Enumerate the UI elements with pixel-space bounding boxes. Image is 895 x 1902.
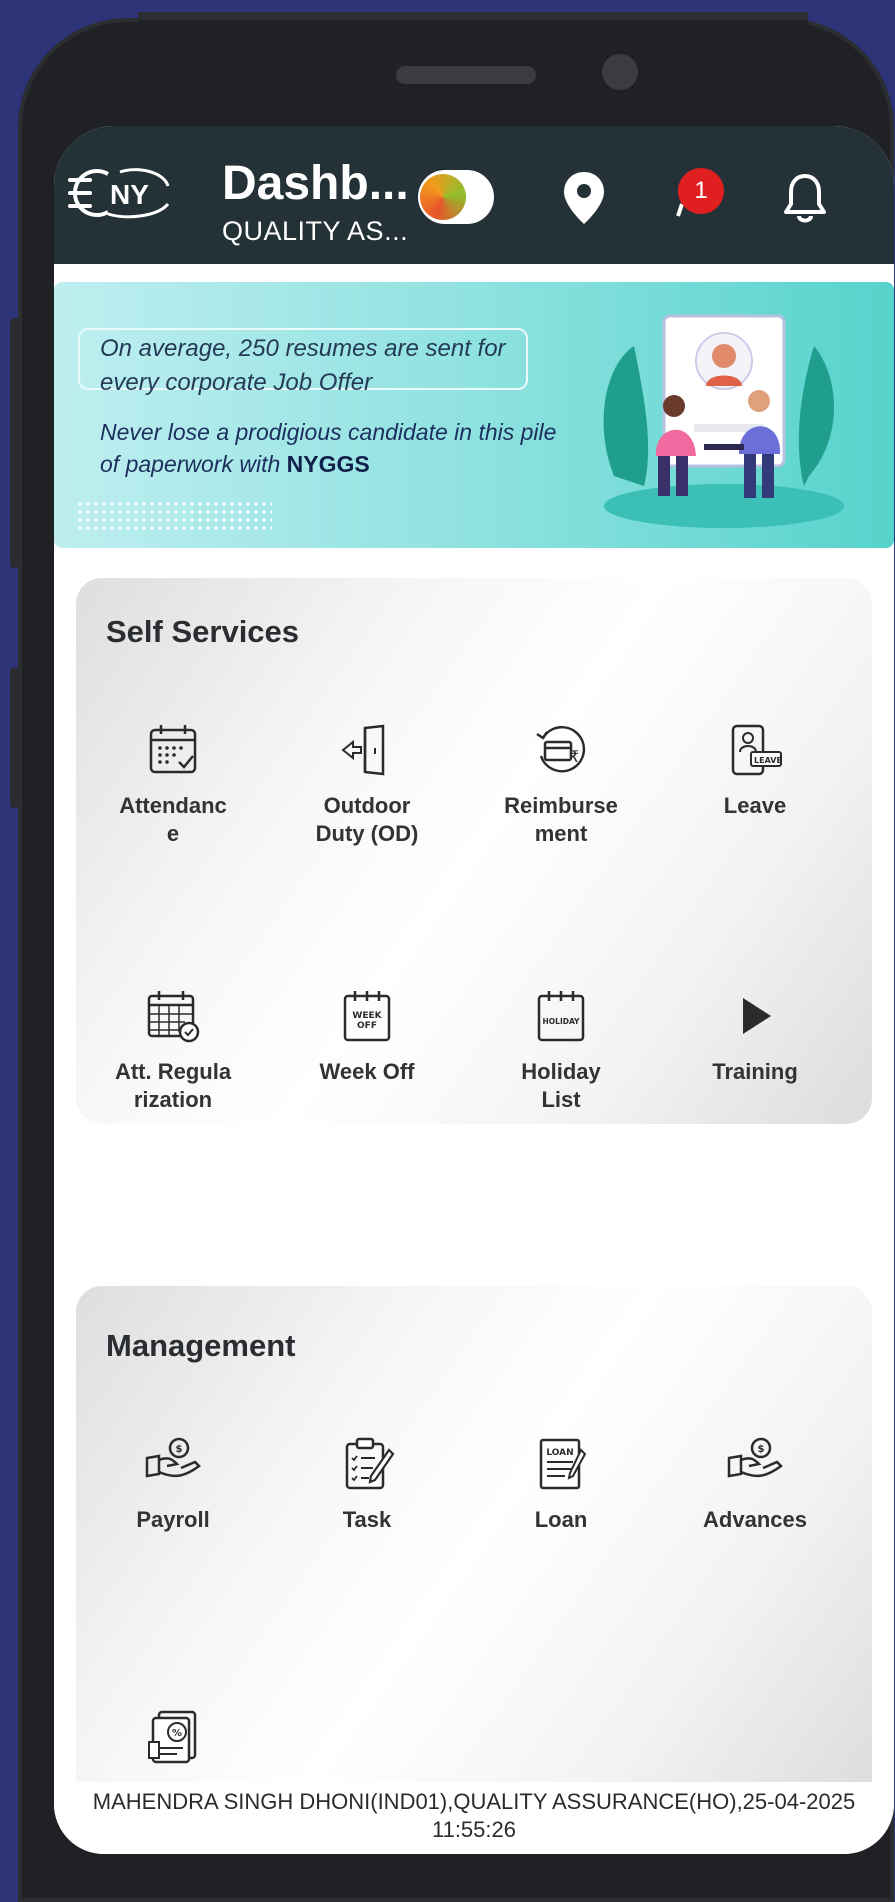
management-card: Management $ Payroll Task LOAN Loan $ Ad… [76, 1286, 872, 1806]
menu-logo-icon[interactable]: NY [68, 166, 176, 220]
leave-icon: LEAVE [731, 724, 782, 776]
svg-text:WEEK: WEEK [352, 1011, 382, 1021]
footer-user-info: MAHENDRA SINGH DHONI(IND01),QUALITY ASSU… [92, 1789, 856, 1814]
phone-side-button [10, 668, 20, 808]
tile-label: Advances [703, 1507, 807, 1532]
tile-label: Attendanc e [119, 793, 227, 846]
app-header: NY Dashb... QUALITY AS... 1 [54, 126, 894, 264]
tile-leave[interactable]: LEAVE Leave [658, 722, 852, 820]
messages-button[interactable]: 1 [668, 168, 728, 228]
promo-banner[interactable]: On average, 250 resumes are sent for eve… [54, 282, 894, 548]
tile-label: Training [712, 1059, 798, 1084]
tile-week-off[interactable]: WEEK OFF Week Off [270, 988, 464, 1086]
tile-label: Week Off [319, 1059, 415, 1084]
week-off-calendar-icon: WEEK OFF [343, 991, 391, 1042]
app-screen: NY Dashb... QUALITY AS... 1 On average, … [54, 126, 894, 1854]
tile-outdoor-duty[interactable]: Outdoor Duty (OD) [270, 722, 464, 848]
tile-label: Leave [723, 793, 787, 818]
tile-loan[interactable]: LOAN Loan [464, 1436, 658, 1534]
status-toggle[interactable] [418, 170, 494, 224]
self-services-title: Self Services [106, 614, 300, 649]
svg-text:NY: NY [110, 179, 149, 210]
play-icon [743, 998, 771, 1034]
svg-text:OFF: OFF [357, 1021, 377, 1031]
reimbursement-icon: ₹ [536, 725, 586, 773]
task-clipboard-icon [345, 1437, 395, 1490]
notification-badge: 1 [678, 168, 724, 214]
self-services-card: Self Services Attendanc e Outdoor Duty (… [76, 578, 872, 1124]
tile-label: Loan [534, 1507, 588, 1532]
tile-label: Outdoor Duty (OD) [315, 793, 419, 846]
phone-camera [602, 54, 638, 90]
tile-label: Reimburse ment [504, 793, 618, 846]
tile-attendance[interactable]: Attendanc e [76, 722, 270, 848]
page-title: Dashb... [222, 157, 409, 210]
user-info-footer: MAHENDRA SINGH DHONI(IND01),QUALITY ASSU… [54, 1782, 894, 1854]
banner-headline: On average, 250 resumes are sent for eve… [100, 335, 506, 396]
svg-text:HOLIDAY: HOLIDAY [543, 1017, 581, 1026]
tile-label: Task [342, 1507, 392, 1532]
department-subtitle: QUALITY AS... [222, 216, 409, 246]
phone-frame: NY Dashb... QUALITY AS... 1 On average, … [10, 12, 894, 1902]
toggle-knob [420, 174, 466, 220]
advances-hand-icon: $ [727, 1437, 783, 1478]
recruitment-illustration [603, 314, 844, 528]
location-pin-icon[interactable] [562, 170, 606, 226]
tile-task[interactable]: Task [270, 1436, 464, 1534]
tile-label: Payroll [136, 1507, 210, 1532]
tile-holiday-list[interactable]: HOLIDAY Holiday List [464, 988, 658, 1114]
tile-label: Att. Regula rization [114, 1059, 232, 1112]
svg-text:$: $ [176, 1444, 183, 1455]
bell-icon[interactable] [782, 172, 828, 226]
holiday-calendar-icon: HOLIDAY [537, 991, 585, 1042]
tile-att-regularization[interactable]: Att. Regula rization [76, 988, 270, 1114]
phone-side-button [10, 318, 20, 568]
phone-speaker [396, 66, 536, 84]
banner-brand: NYGGS [286, 451, 370, 477]
tile-training[interactable]: Training [658, 988, 852, 1086]
door-exit-icon [341, 724, 385, 776]
svg-text:%: % [172, 1728, 182, 1739]
tile-label: Holiday List [521, 1059, 601, 1112]
svg-text:LOAN: LOAN [546, 1448, 573, 1458]
svg-text:₹: ₹ [569, 747, 579, 766]
banner-tagline: Never lose a prodigious candidate in thi… [100, 416, 560, 480]
svg-text:$: $ [758, 1444, 765, 1455]
tile-payroll[interactable]: $ Payroll [76, 1436, 270, 1534]
payroll-hand-icon: $ [145, 1437, 201, 1478]
management-title: Management [106, 1328, 296, 1363]
tax-document-icon: % [148, 1710, 197, 1764]
loan-document-icon: LOAN [539, 1438, 587, 1490]
tile-tax[interactable]: % [76, 1708, 270, 1778]
calendar-check-icon [149, 725, 197, 774]
banner-dot-pattern [76, 500, 272, 532]
footer-time: 11:55:26 [431, 1817, 516, 1842]
tile-advances[interactable]: $ Advances [658, 1436, 852, 1534]
calendar-regularize-icon [147, 991, 200, 1043]
phone-top-edge [138, 12, 808, 46]
svg-text:LEAVE: LEAVE [754, 756, 782, 765]
tile-reimbursement[interactable]: ₹ Reimburse ment [464, 722, 658, 848]
